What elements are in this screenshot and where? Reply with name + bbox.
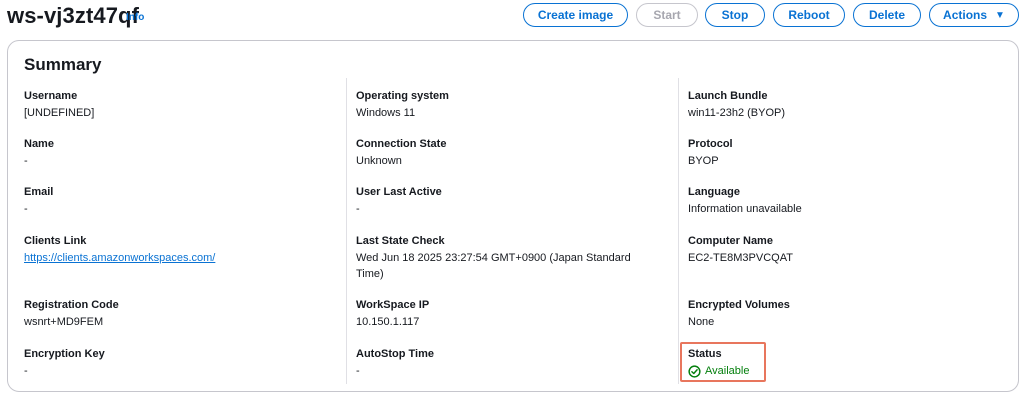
- field-label: Last State Check: [356, 235, 445, 247]
- clients-link[interactable]: https://clients.amazonworkspaces.com/: [24, 250, 324, 266]
- field-value: BYOP: [688, 155, 719, 167]
- field-label: Name: [24, 138, 54, 150]
- field-label: Computer Name: [688, 235, 773, 247]
- column-divider: [346, 78, 347, 384]
- field-label: Email: [24, 186, 54, 198]
- summary-card: Summary Username [UNDEFINED] Name - Emai…: [7, 40, 1019, 392]
- field-label: WorkSpace IP: [356, 299, 430, 311]
- field-value: Unknown: [356, 155, 402, 167]
- field-encryption-key: Encryption Key -: [24, 347, 324, 379]
- field-name: Name -: [24, 137, 324, 169]
- field-label: Connection State: [356, 138, 447, 150]
- field-label: Launch Bundle: [688, 90, 768, 102]
- field-label: AutoStop Time: [356, 348, 435, 360]
- field-value: Wed Jun 18 2025 23:27:54 GMT+0900 (Japan…: [356, 252, 631, 280]
- field-value: [UNDEFINED]: [24, 107, 95, 119]
- field-label: Clients Link: [24, 235, 87, 247]
- field-email: Email -: [24, 185, 324, 217]
- field-operating-system: Operating system Windows 11: [356, 89, 656, 121]
- page-header: ws-vj3zt47qf Info Create image Start Sto…: [0, 0, 1024, 34]
- column-divider: [678, 78, 679, 384]
- field-label: Username: [24, 90, 78, 102]
- caret-down-icon: ▼: [995, 9, 1005, 21]
- field-label: Registration Code: [24, 299, 119, 311]
- field-value: 10.150.1.117: [356, 316, 420, 328]
- field-value: -: [356, 365, 360, 377]
- field-value: wsnrt+MD9FEM: [24, 316, 104, 328]
- field-value: None: [688, 316, 715, 328]
- field-protocol: Protocol BYOP: [688, 137, 988, 169]
- field-autostop-time: AutoStop Time -: [356, 347, 656, 379]
- field-value: -: [24, 155, 28, 167]
- field-computer-name: Computer Name EC2-TE8M3PVCQAT: [688, 234, 988, 266]
- field-user-last-active: User Last Active -: [356, 185, 656, 217]
- field-launch-bundle: Launch Bundle win11-23h2 (BYOP): [688, 89, 988, 121]
- delete-button[interactable]: Delete: [853, 3, 921, 27]
- create-image-button[interactable]: Create image: [523, 3, 628, 27]
- field-label: User Last Active: [356, 186, 442, 198]
- field-label: Operating system: [356, 90, 449, 102]
- field-label: Protocol: [688, 138, 733, 150]
- stop-button[interactable]: Stop: [705, 3, 765, 27]
- field-value: Windows 11: [356, 107, 416, 119]
- page-title: ws-vj3zt47qf: [7, 3, 140, 28]
- field-value: -: [24, 365, 28, 377]
- field-username: Username [UNDEFINED]: [24, 89, 324, 121]
- field-workspace-ip: WorkSpace IP 10.150.1.117: [356, 298, 656, 330]
- field-value: EC2-TE8M3PVCQAT: [688, 252, 793, 264]
- field-label: Language: [688, 186, 740, 198]
- start-button[interactable]: Start: [636, 3, 698, 27]
- field-last-state-check: Last State Check Wed Jun 18 2025 23:27:5…: [356, 234, 648, 282]
- info-link[interactable]: Info: [126, 12, 144, 23]
- field-value: -: [356, 203, 360, 215]
- summary-title: Summary: [24, 55, 102, 74]
- field-connection-state: Connection State Unknown: [356, 137, 656, 169]
- field-label: Encrypted Volumes: [688, 299, 790, 311]
- actions-label: Actions: [943, 8, 988, 22]
- field-value: win11-23h2 (BYOP): [688, 107, 786, 119]
- field-label: Encryption Key: [24, 348, 105, 360]
- field-registration-code: Registration Code wsnrt+MD9FEM: [24, 298, 324, 330]
- field-clients-link: Clients Link https://clients.amazonworks…: [24, 234, 324, 266]
- actions-button[interactable]: Actions ▼: [929, 3, 1019, 27]
- field-value: -: [24, 203, 28, 215]
- field-language: Language Information unavailable: [688, 185, 988, 217]
- field-encrypted-volumes: Encrypted Volumes None: [688, 298, 988, 330]
- field-value: Information unavailable: [688, 203, 802, 215]
- status-highlight-box: [680, 342, 766, 382]
- reboot-button[interactable]: Reboot: [773, 3, 845, 27]
